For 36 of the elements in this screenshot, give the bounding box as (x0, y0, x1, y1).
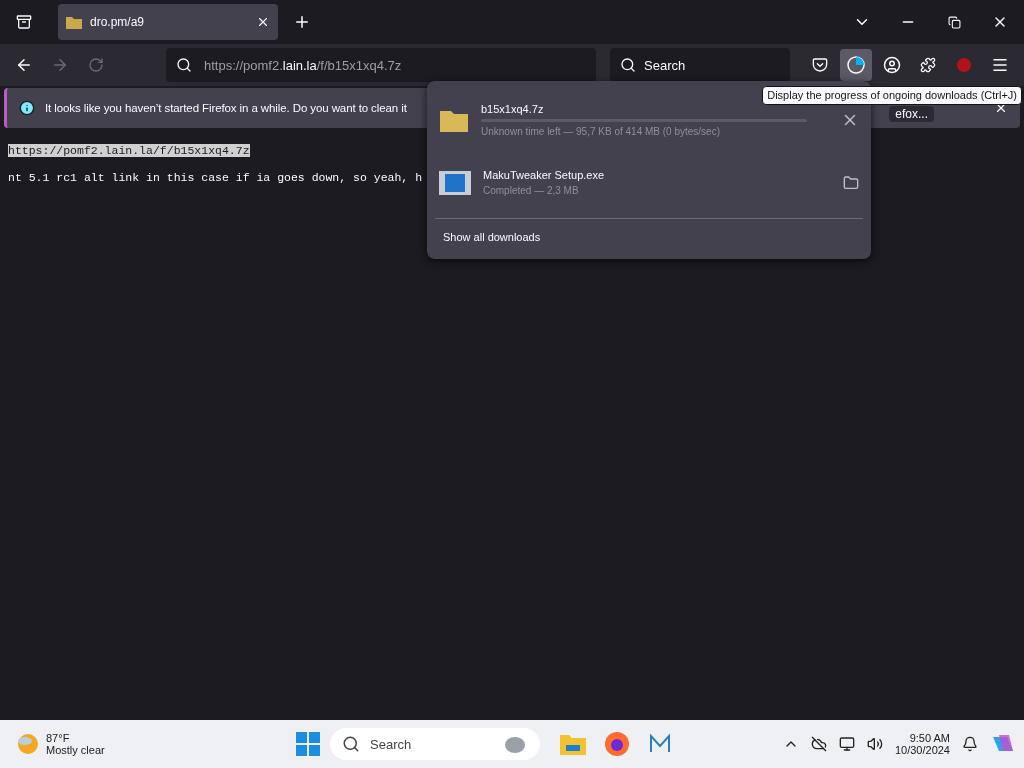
browser-tab[interactable]: dro.pm/a9 (58, 4, 278, 40)
clock[interactable]: 9:50 AM 10/30/2024 (894, 732, 950, 756)
search-icon (176, 57, 192, 73)
folder-icon[interactable] (560, 733, 586, 755)
info-icon (19, 100, 35, 116)
downloads-icon[interactable] (840, 49, 872, 81)
file-name: b15x1xq4.7z (481, 103, 545, 116)
folder-icon[interactable] (843, 174, 859, 191)
page-text: https://pomf2.lain.la/f/b15x1xq4.7z (8, 144, 250, 157)
file-name: MakuTweaker Setup.exe (483, 169, 606, 182)
bell-icon[interactable] (962, 736, 978, 752)
search-icon (342, 735, 360, 753)
download-status: Completed — 2,3 MB (483, 185, 580, 197)
weather-condition: Mostly clear (46, 744, 105, 756)
tab-title: dro.pm/a9 (90, 15, 146, 29)
network-icon[interactable] (838, 736, 855, 752)
cloud-off-icon[interactable] (810, 736, 827, 752)
download-item[interactable]: MakuTweaker Setup.exe Completed — 2,3 MB (435, 151, 863, 215)
download-status: Unknown time left — 95,7 KB of 414 MB (0 bytes/sec) (481, 126, 721, 138)
search-field[interactable]: Search (610, 48, 790, 82)
search-icon (620, 57, 636, 73)
page-text: nt 5.1 rc1 alt link in this case if ia goes down, so yeah, h (8, 171, 423, 184)
window-file-icon (439, 170, 471, 195)
address-bar[interactable]: https://pomf2.lain.la/f/b15x1xq4.7z (166, 48, 596, 82)
weather-icon (16, 732, 40, 756)
show-all-downloads-link[interactable]: Show all downloads (435, 223, 549, 251)
speaker-icon[interactable] (866, 736, 883, 752)
notification-message: It looks like you haven’t started Firefox in a while. Do you want to clean it (45, 102, 407, 114)
refresh-button[interactable]: efox... (889, 106, 934, 122)
close-icon[interactable] (256, 15, 270, 29)
start-icon[interactable] (296, 732, 320, 756)
taskbar-search[interactable]: Search (330, 728, 540, 760)
browser-icon[interactable] (604, 731, 630, 757)
temperature: 87°F (46, 732, 71, 744)
tooltip: Display the progress of ongoing downloads (Ctrl+J) (762, 86, 1022, 105)
folder-icon (66, 15, 82, 29)
